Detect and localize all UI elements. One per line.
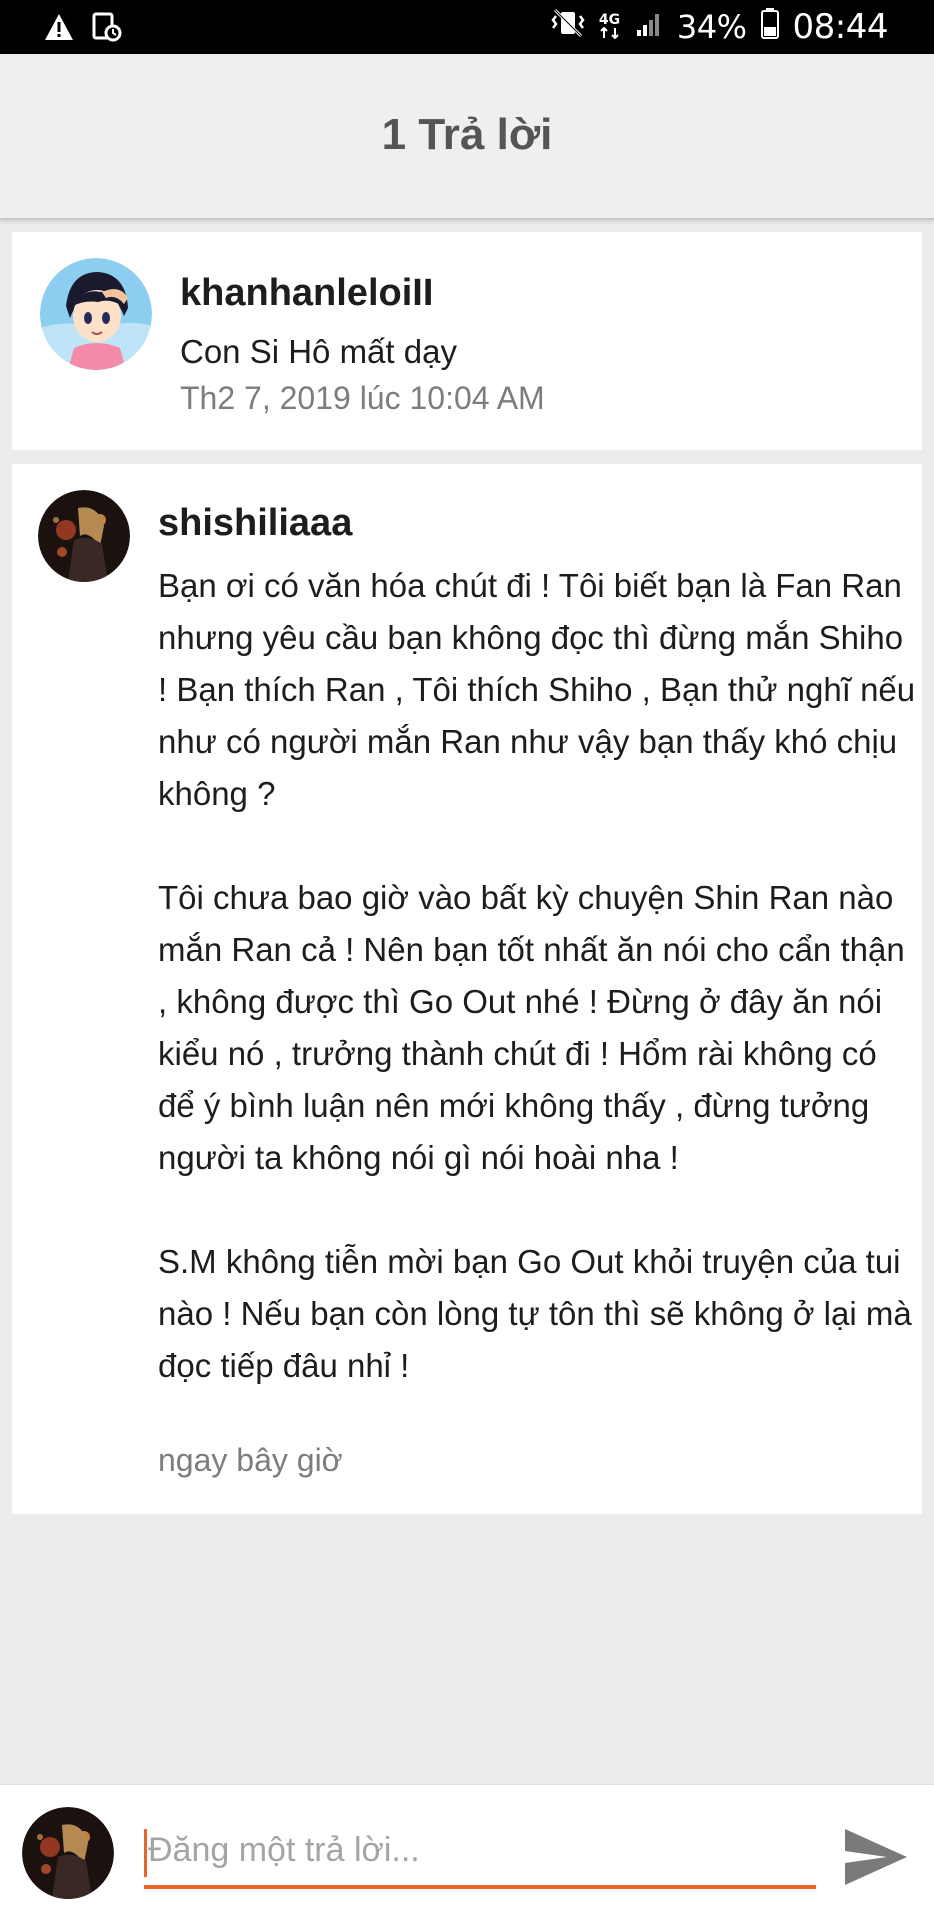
- reply-paragraph: Tôi chưa bao giờ vào bất kỳ chuyện Shin …: [158, 879, 905, 1176]
- warning-icon: [44, 13, 74, 45]
- app-header: 1 Trả lời: [0, 54, 934, 220]
- status-bar: 4G 34% 08:44: [0, 0, 934, 54]
- status-bar-right: 4G 34% 08:44: [551, 0, 889, 54]
- avatar[interactable]: [38, 490, 130, 582]
- network-label: 4G: [598, 11, 621, 28]
- reply-username[interactable]: shishiliaaa: [158, 502, 352, 545]
- avatar: [22, 1807, 114, 1899]
- battery-icon: [760, 7, 779, 47]
- reply-text: Bạn ơi có văn hóa chút đi ! Tôi biết bạn…: [158, 560, 918, 1392]
- text-cursor: [144, 1829, 147, 1877]
- send-button[interactable]: [840, 1823, 912, 1895]
- comment-username[interactable]: khanhanleloiII: [180, 272, 433, 315]
- image-clock-icon: [92, 12, 122, 46]
- reply-paragraph: Bạn ơi có văn hóa chút đi ! Tôi biết bạn…: [158, 567, 916, 812]
- original-comment-card: khanhanleloiII Con Si Hô mất dạy Th2 7, …: [12, 232, 922, 450]
- reply-composer: [0, 1784, 934, 1921]
- battery-percent: 34%: [676, 8, 747, 46]
- clock: 08:44: [792, 7, 889, 47]
- comment-timestamp: Th2 7, 2019 lúc 10:04 AM: [180, 380, 545, 416]
- signal-icon: [635, 8, 663, 46]
- network-4g-icon: 4G: [599, 13, 621, 42]
- reply-card: shishiliaaa Bạn ơi có văn hóa chút đi ! …: [12, 464, 922, 1514]
- avatar[interactable]: [40, 258, 152, 370]
- vibrate-icon: [551, 8, 585, 46]
- status-bar-left: [44, 12, 122, 46]
- reply-paragraph: S.M không tiễn mời bạn Go Out khỏi truyệ…: [158, 1243, 912, 1384]
- reply-input[interactable]: [144, 1821, 816, 1889]
- comment-text: Con Si Hô mất dạy: [180, 333, 457, 370]
- reply-timestamp: ngay bây giờ: [158, 1442, 343, 1478]
- page-title: 1 Trả lời: [381, 110, 553, 159]
- send-icon: [843, 1827, 909, 1892]
